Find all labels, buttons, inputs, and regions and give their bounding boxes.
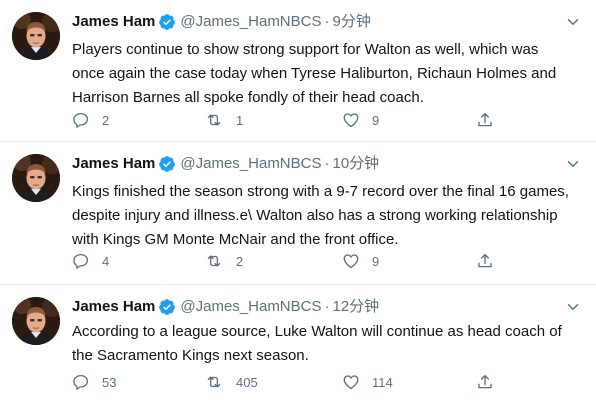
separator-dot: ·	[324, 298, 330, 315]
reply-button[interactable]: 2	[72, 109, 109, 131]
share-icon	[476, 111, 494, 129]
like-count: 114	[372, 374, 393, 390]
tweet-feed: James Ham @James_HamNBCS · 9分钟 Players c…	[0, 0, 596, 403]
reply-icon	[72, 111, 90, 129]
author-name[interactable]: James Ham	[72, 12, 155, 32]
retweet-count: 1	[236, 112, 244, 128]
tweet-header: James Ham @James_HamNBCS · 12分钟	[72, 297, 379, 317]
like-count: 9	[372, 112, 380, 128]
tweet-header: James Ham @James_HamNBCS · 9分钟	[72, 12, 371, 32]
tweet-text: Players continue to show strong support …	[72, 41, 557, 106]
tweet-timestamp[interactable]: 9分钟	[332, 12, 370, 32]
tweet-timestamp[interactable]: 10分钟	[332, 154, 379, 174]
share-icon	[476, 373, 494, 391]
chevron-down-icon[interactable]	[564, 13, 582, 31]
author-handle[interactable]: @James_HamNBCS	[180, 297, 321, 317]
reply-button[interactable]: 53	[72, 371, 116, 393]
reply-button[interactable]: 4	[72, 250, 109, 272]
reply-icon	[72, 252, 90, 270]
share-icon	[476, 252, 494, 270]
tweet-header: James Ham @James_HamNBCS · 10分钟	[72, 154, 379, 174]
retweet-count: 405	[236, 374, 258, 390]
retweet-button[interactable]: 1	[204, 109, 243, 131]
retweet-icon	[204, 373, 224, 391]
heart-icon	[342, 252, 360, 270]
tweet-timestamp[interactable]: 12分钟	[332, 297, 379, 317]
like-button[interactable]: 114	[342, 371, 393, 393]
tweet-actions: 2 1 9	[72, 109, 512, 131]
avatar[interactable]	[12, 297, 60, 345]
reply-count: 4	[102, 253, 110, 269]
verified-badge-icon	[158, 298, 176, 316]
share-button[interactable]	[476, 250, 494, 272]
reply-icon	[72, 373, 90, 391]
like-button[interactable]: 9	[342, 109, 379, 131]
separator-dot: ·	[324, 13, 330, 30]
reply-count: 53	[102, 374, 117, 390]
retweet-icon	[204, 111, 224, 129]
heart-icon	[342, 373, 360, 391]
avatar[interactable]	[12, 154, 60, 202]
reply-count: 2	[102, 112, 110, 128]
author-name[interactable]: James Ham	[72, 297, 155, 317]
tweet-text: Kings finished the season strong with a …	[72, 183, 569, 248]
like-count: 9	[372, 253, 380, 269]
retweet-count: 2	[236, 253, 244, 269]
retweet-button[interactable]: 2	[204, 250, 243, 272]
separator-dot: ·	[324, 155, 330, 172]
avatar[interactable]	[12, 12, 60, 60]
tweet-actions: 53 405 114	[72, 371, 512, 393]
verified-badge-icon	[158, 155, 176, 173]
tweet[interactable]: James Ham @James_HamNBCS · 12分钟 Accordin…	[0, 285, 596, 403]
tweet-text: According to a league source, Luke Walto…	[72, 323, 562, 364]
retweet-button[interactable]: 405	[204, 371, 258, 393]
tweet-actions: 4 2 9	[72, 250, 512, 272]
tweet[interactable]: James Ham @James_HamNBCS · 10分钟 Kings fi…	[0, 142, 596, 285]
chevron-down-icon[interactable]	[564, 298, 582, 316]
author-name[interactable]: James Ham	[72, 154, 155, 174]
heart-icon	[342, 111, 360, 129]
tweet[interactable]: James Ham @James_HamNBCS · 9分钟 Players c…	[0, 0, 596, 142]
share-button[interactable]	[476, 109, 494, 131]
chevron-down-icon[interactable]	[564, 155, 582, 173]
like-button[interactable]: 9	[342, 250, 379, 272]
verified-badge-icon	[158, 13, 176, 31]
author-handle[interactable]: @James_HamNBCS	[180, 154, 321, 174]
share-button[interactable]	[476, 371, 494, 393]
retweet-icon	[204, 252, 224, 270]
author-handle[interactable]: @James_HamNBCS	[180, 12, 321, 32]
